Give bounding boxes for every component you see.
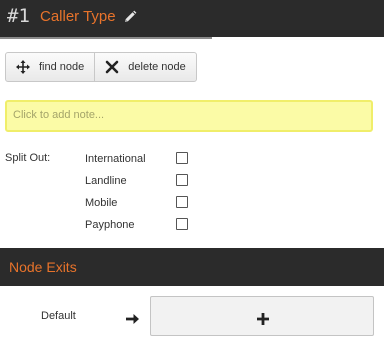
note-field[interactable]: Click to add note...	[5, 100, 373, 132]
delete-node-label: delete node	[128, 61, 186, 73]
split-option-international: International	[85, 152, 195, 168]
find-node-button[interactable]: find node	[6, 53, 94, 81]
exit-target-button[interactable]	[150, 296, 374, 336]
split-option-checkbox[interactable]	[176, 152, 188, 164]
arrow-right-icon	[126, 310, 140, 324]
split-option-payphone: Payphone	[85, 218, 195, 234]
split-option-checkbox[interactable]	[176, 196, 188, 208]
split-option-label: International	[85, 153, 146, 165]
find-node-label: find node	[39, 61, 85, 73]
node-actions: find node delete node	[5, 52, 197, 82]
split-option-label: Landline	[85, 175, 127, 187]
move-crosshair-icon	[16, 60, 30, 74]
split-option-checkbox[interactable]	[176, 218, 188, 230]
node-title[interactable]: Caller Type	[40, 7, 116, 27]
split-option-mobile: Mobile	[85, 196, 195, 212]
split-option-checkbox[interactable]	[176, 174, 188, 186]
split-option-label: Payphone	[85, 219, 135, 231]
split-out-label: Split Out:	[5, 152, 51, 164]
pencil-icon[interactable]	[123, 9, 137, 23]
split-option-landline: Landline	[85, 174, 195, 190]
delete-node-button[interactable]: delete node	[94, 53, 196, 81]
node-exits-title: Node Exits	[9, 259, 77, 275]
node-panel: #1 Caller Type find node delete node Cli…	[0, 0, 384, 347]
node-number: #1	[7, 5, 30, 27]
x-icon	[105, 60, 119, 74]
header-underline	[0, 37, 212, 39]
split-option-label: Mobile	[85, 197, 118, 209]
plus-icon	[257, 310, 269, 325]
exit-label-default: Default	[41, 310, 76, 322]
